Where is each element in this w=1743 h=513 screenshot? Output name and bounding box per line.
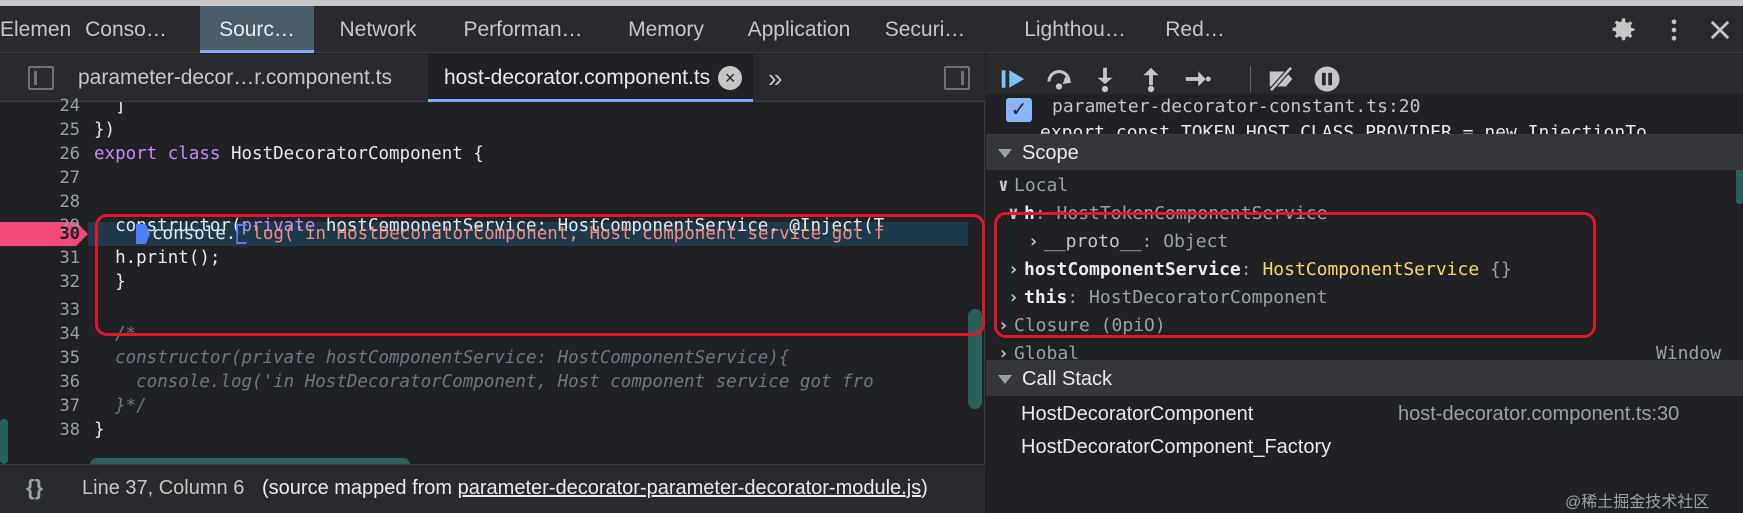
- callstack-title: Call Stack: [1022, 368, 1113, 390]
- step-icon[interactable]: [1182, 64, 1212, 94]
- annotation-highlight-code: [95, 214, 985, 336]
- tab-elements[interactable]: Elemen…: [0, 6, 72, 53]
- line-number[interactable]: 24: [10, 94, 80, 118]
- tab-lighthouse[interactable]: Lighthou…: [1010, 6, 1140, 53]
- line-number[interactable]: 38: [10, 418, 80, 442]
- code-comment: constructor(private hostComponentService…: [94, 348, 790, 368]
- close-tab-icon[interactable]: ×: [718, 66, 743, 91]
- toggle-navigator-icon[interactable]: [28, 66, 54, 90]
- more-tabs-icon[interactable]: »: [768, 54, 782, 102]
- step-out-icon[interactable]: [1136, 64, 1166, 94]
- line-number-breakpoint[interactable]: 30: [10, 222, 80, 246]
- source-map-link[interactable]: parameter-decorator-parameter-decorator-…: [458, 477, 922, 499]
- resume-icon[interactable]: [998, 64, 1028, 94]
- tab-application[interactable]: Application: [728, 6, 870, 53]
- pause-on-exceptions-icon[interactable]: [1312, 64, 1342, 94]
- code-comment: console.log('in HostDecoratorComponent, …: [94, 372, 874, 392]
- gear-icon[interactable]: [1610, 16, 1638, 44]
- line-number[interactable]: 26: [10, 142, 80, 166]
- line-number[interactable]: 25: [10, 118, 80, 142]
- code-comment: }*/: [94, 396, 147, 416]
- pretty-print-button[interactable]: {}: [26, 475, 43, 501]
- tab-performance[interactable]: Performan…: [442, 6, 604, 53]
- line-number[interactable]: 31: [10, 246, 80, 270]
- line-number[interactable]: 34: [10, 322, 80, 346]
- code-text: HostDecoratorComponent {: [220, 144, 484, 164]
- navigator-scrollbar[interactable]: [0, 419, 8, 464]
- code-line: }): [94, 120, 116, 140]
- tab-network[interactable]: Network: [314, 6, 442, 53]
- local-label: Local: [1014, 175, 1069, 196]
- watermark: @稀土掘金技术社区: [1565, 494, 1710, 511]
- chevron-down-icon: ∨: [998, 175, 1009, 196]
- kebab-icon[interactable]: [1660, 16, 1688, 44]
- step-over-icon[interactable]: [1044, 64, 1074, 94]
- deactivate-breakpoints-icon[interactable]: [1266, 64, 1296, 94]
- close-icon[interactable]: [1706, 16, 1734, 44]
- code-keyword: export class: [94, 144, 221, 164]
- annotation-highlight-scope: [994, 212, 1596, 338]
- line-number[interactable]: 27: [10, 166, 80, 190]
- source-map-info: (source mapped from parameter-decorator-…: [262, 477, 928, 500]
- toggle-debugger-icon[interactable]: [944, 66, 970, 90]
- sidebar-scrollbar[interactable]: [1736, 164, 1743, 204]
- callstack-frame[interactable]: HostDecoratorComponent_Factory: [1021, 432, 1331, 462]
- editor-tab-label: host-decorator.component.ts: [444, 66, 711, 89]
- code-line: }: [94, 420, 105, 440]
- line-number[interactable]: 33: [10, 298, 80, 322]
- code-line: export class HostDecoratorComponent {: [94, 142, 484, 166]
- tab-memory[interactable]: Memory: [604, 6, 728, 53]
- callstack-frame[interactable]: HostDecoratorComponent: [1021, 399, 1253, 429]
- cursor-position: Line 37, Column 6: [82, 477, 245, 499]
- source-map-prefix: (source mapped from: [262, 477, 458, 499]
- callstack-frame-location[interactable]: host-decorator.component.ts:30: [1398, 399, 1679, 429]
- tab-security[interactable]: Securi…: [870, 6, 980, 53]
- line-number[interactable]: 37: [10, 394, 80, 418]
- source-map-suffix: ): [921, 477, 928, 499]
- editor-status-bar: {} Line 37, Column 6 (source mapped from…: [0, 464, 985, 513]
- expand-triangle-icon: [998, 149, 1012, 159]
- tab-redux[interactable]: Red…: [1140, 6, 1250, 53]
- scope-section-header[interactable]: Scope: [986, 134, 1743, 170]
- line-number[interactable]: 36: [10, 370, 80, 394]
- line-number[interactable]: 28: [10, 190, 80, 214]
- line-number-gutter: 24 25 26 27 28 29 30 31 32 33 34 35 36 3…: [0, 96, 88, 464]
- breakpoint-location: parameter-decorator-constant.ts:20: [1052, 96, 1421, 117]
- editor-tab-parameter-decorator[interactable]: parameter-decor…r.component.ts: [68, 54, 418, 102]
- toolbar-separator: [1250, 66, 1251, 92]
- breakpoint-checkbox[interactable]: ✓: [1006, 98, 1032, 122]
- scope-local[interactable]: ∨ Local: [998, 172, 1068, 200]
- code-line: ]: [94, 102, 126, 116]
- step-into-icon[interactable]: [1090, 64, 1120, 94]
- editor-tab-bar: parameter-decor…r.component.ts host-deco…: [0, 54, 985, 102]
- devtools-panel-tabs: Elemen… Conso… Sourc… Network Performan……: [0, 6, 1743, 53]
- expand-triangle-icon: [998, 375, 1012, 385]
- line-number[interactable]: 35: [10, 346, 80, 370]
- tab-console[interactable]: Conso…: [72, 6, 180, 53]
- scope-title: Scope: [1022, 142, 1079, 164]
- line-number[interactable]: 32: [10, 270, 80, 294]
- editor-tab-host-decorator[interactable]: host-decorator.component.ts ×: [428, 54, 753, 102]
- callstack-section-header[interactable]: Call Stack: [986, 360, 1743, 396]
- tab-sources[interactable]: Sourc…: [200, 6, 314, 53]
